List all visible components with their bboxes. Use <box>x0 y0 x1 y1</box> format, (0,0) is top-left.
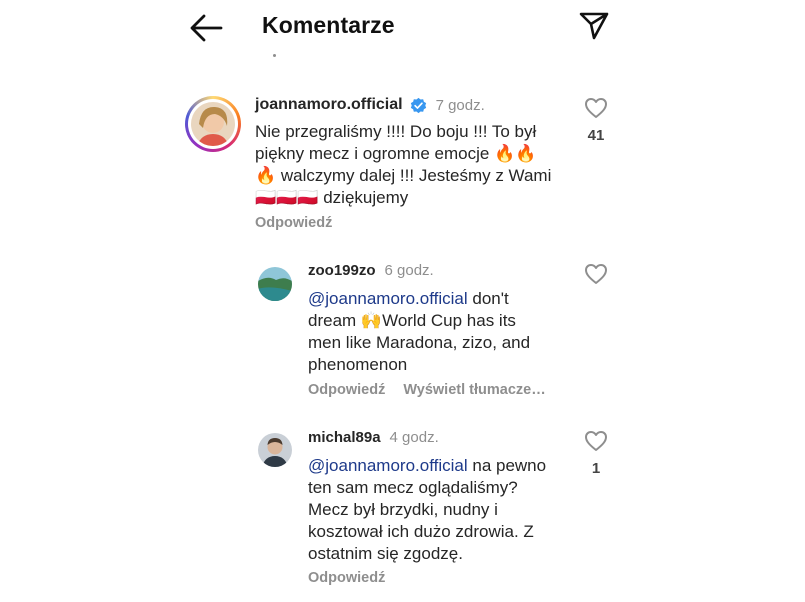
paper-plane-icon[interactable] <box>578 10 610 42</box>
page-title: Komentarze <box>262 12 395 38</box>
comment-text: Nie przegraliśmy !!!! Do boju !!! To był… <box>255 122 552 207</box>
avatar[interactable] <box>258 267 292 301</box>
reply-button[interactable]: Odpowiedź <box>308 382 385 398</box>
translate-button[interactable]: Wyświetl tłumacze… <box>403 382 545 398</box>
mention-link[interactable]: @joannamoro.official <box>308 456 468 475</box>
avatar[interactable] <box>191 102 235 146</box>
verified-badge-icon <box>410 97 426 113</box>
divider-dot <box>273 54 276 57</box>
header-bar: Komentarze <box>0 0 805 60</box>
comment-username[interactable]: michal89a <box>308 429 381 446</box>
comment-username[interactable]: joannamoro.official <box>255 96 403 114</box>
arrow-left-icon[interactable] <box>188 12 224 44</box>
heart-icon[interactable] <box>584 263 608 285</box>
heart-icon[interactable] <box>584 97 608 119</box>
comment-time: 4 godz. <box>389 429 439 446</box>
reply-button[interactable]: Odpowiedź <box>308 570 385 586</box>
avatar[interactable] <box>258 433 292 467</box>
comment-username[interactable]: zoo199zo <box>308 262 376 279</box>
comment-time: 7 godz. <box>435 96 485 114</box>
like-count: 41 <box>587 127 605 144</box>
heart-icon[interactable] <box>584 430 608 452</box>
comment-text: @joannamoro.official don't dream 🙌World … <box>308 289 531 374</box>
mention-link[interactable]: @joannamoro.official <box>308 289 468 308</box>
reply-button[interactable]: Odpowiedź <box>255 215 332 231</box>
like-count: 1 <box>591 460 601 477</box>
comment-time: 6 godz. <box>384 262 434 279</box>
comment-text: @joannamoro.official na pewno ten sam me… <box>308 456 547 563</box>
